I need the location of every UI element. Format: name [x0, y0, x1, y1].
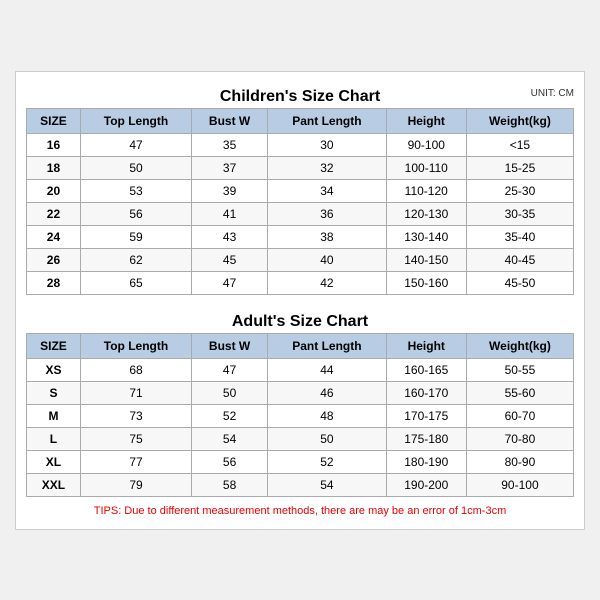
- adults-col-top-length: Top Length: [80, 333, 191, 358]
- table-row: 26624540140-15040-45: [27, 248, 574, 271]
- adults-header-row: SIZE Top Length Bust W Pant Length Heigh…: [27, 333, 574, 358]
- table-row: XS684744160-16550-55: [27, 358, 574, 381]
- children-col-top-length: Top Length: [80, 108, 191, 133]
- children-col-height: Height: [386, 108, 466, 133]
- table-row: L755450175-18070-80: [27, 427, 574, 450]
- table-row: XXL795854190-20090-100: [27, 473, 574, 496]
- adults-col-bust-w: Bust W: [192, 333, 268, 358]
- children-header-row: SIZE Top Length Bust W Pant Length Heigh…: [27, 108, 574, 133]
- children-title: Children's Size Chart UNIT: CM: [26, 82, 574, 108]
- children-col-bust-w: Bust W: [192, 108, 268, 133]
- adults-col-size: SIZE: [27, 333, 81, 358]
- children-title-text: Children's Size Chart: [220, 88, 380, 105]
- table-row: 28654742150-16045-50: [27, 271, 574, 294]
- children-table: SIZE Top Length Bust W Pant Length Heigh…: [26, 108, 574, 295]
- unit-label: UNIT: CM: [531, 88, 574, 99]
- adults-title-text: Adult's Size Chart: [232, 313, 368, 330]
- children-col-weight: Weight(kg): [466, 108, 573, 133]
- table-row: S715046160-17055-60: [27, 381, 574, 404]
- table-row: 24594338130-14035-40: [27, 225, 574, 248]
- tips-text: TIPS: Due to different measurement metho…: [26, 501, 574, 519]
- adults-col-pant-length: Pant Length: [268, 333, 386, 358]
- children-col-size: SIZE: [27, 108, 81, 133]
- table-row: 20533934110-12025-30: [27, 179, 574, 202]
- table-row: 22564136120-13030-35: [27, 202, 574, 225]
- table-row: 1647353090-100<15: [27, 133, 574, 156]
- children-col-pant-length: Pant Length: [268, 108, 386, 133]
- adults-title: Adult's Size Chart: [26, 307, 574, 333]
- adults-table: SIZE Top Length Bust W Pant Length Heigh…: [26, 333, 574, 497]
- table-row: M735248170-17560-70: [27, 404, 574, 427]
- table-row: XL775652180-19080-90: [27, 450, 574, 473]
- chart-container: Children's Size Chart UNIT: CM SIZE Top …: [15, 71, 585, 530]
- table-row: 18503732100-11015-25: [27, 156, 574, 179]
- adults-col-height: Height: [386, 333, 466, 358]
- adults-col-weight: Weight(kg): [466, 333, 573, 358]
